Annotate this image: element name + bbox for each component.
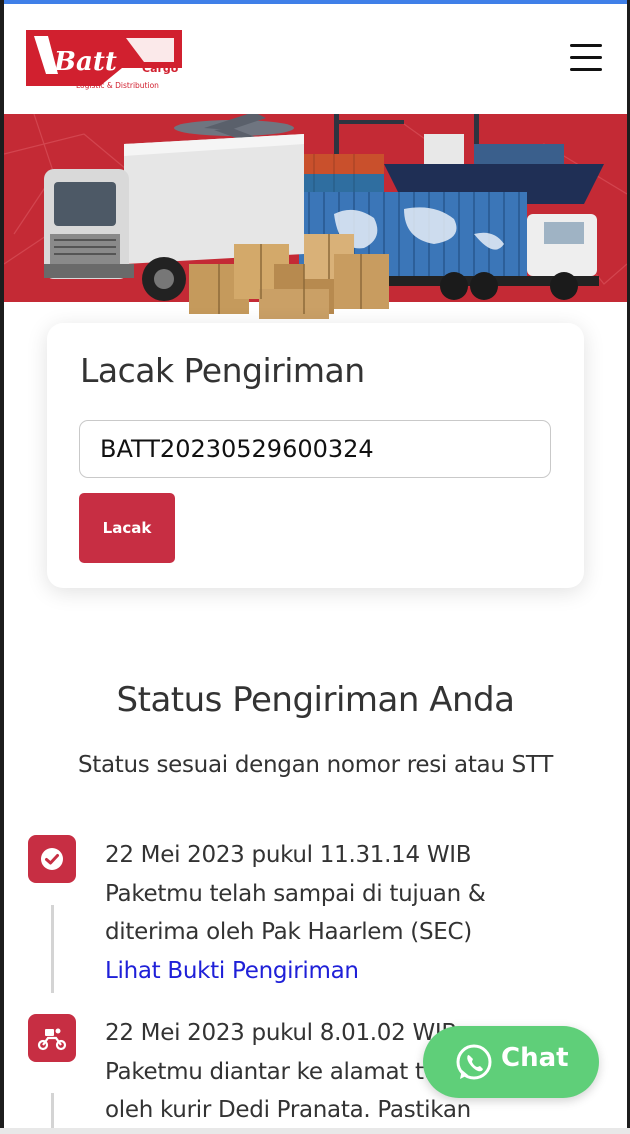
tracking-card-title: Lacak Pengiriman [80,351,365,390]
event-timestamp: 22 Mei 2023 pukul 11.31.14 WIB [105,842,472,868]
whatsapp-chat-button[interactable]: Chat [423,1026,599,1098]
bottom-edge-bar [0,1128,630,1134]
batt-cargo-logo[interactable]: Batt Cargo Logistic & Distribution [24,26,184,92]
chat-button-label: Chat [501,1043,569,1073]
courier-scooter-icon [28,1014,76,1062]
logo-suffix-text: Cargo [142,62,179,75]
menu-bar-2 [570,56,602,59]
site-header: Batt Cargo Logistic & Distribution [4,4,627,114]
timeline-event: 22 Mei 2023 pukul 11.31.14 WIB Paketmu t… [105,836,575,990]
hamburger-menu-icon[interactable] [570,44,602,74]
tracking-card: Lacak Pengiriman Lacak [47,323,584,588]
tracking-number-input[interactable] [79,420,551,478]
event-description-line: Paketmu telah sampai di tujuan & [105,880,486,907]
whatsapp-icon [456,1044,492,1080]
status-section-title: Status Pengiriman Anda [116,680,515,720]
hero-banner-image [4,114,627,324]
view-proof-of-delivery-link[interactable]: Lihat Bukti Pengiriman [105,958,359,984]
menu-bar-3 [570,68,602,71]
menu-bar-1 [570,44,602,47]
logo-brand-text: Batt [53,47,117,77]
logo-tagline-text: Logistic & Distribution [76,81,159,90]
timeline-connector [51,905,54,993]
check-circle-icon [28,835,76,883]
banner-illustration [4,114,627,324]
logo-graphic: Batt Cargo Logistic & Distribution [26,30,182,90]
status-section-subtitle: Status sesuai dengan nomor resi atau STT [77,752,554,778]
track-button[interactable]: Lacak [79,493,175,563]
event-description-line: diterima oleh Pak Haarlem (SEC) [105,919,472,945]
